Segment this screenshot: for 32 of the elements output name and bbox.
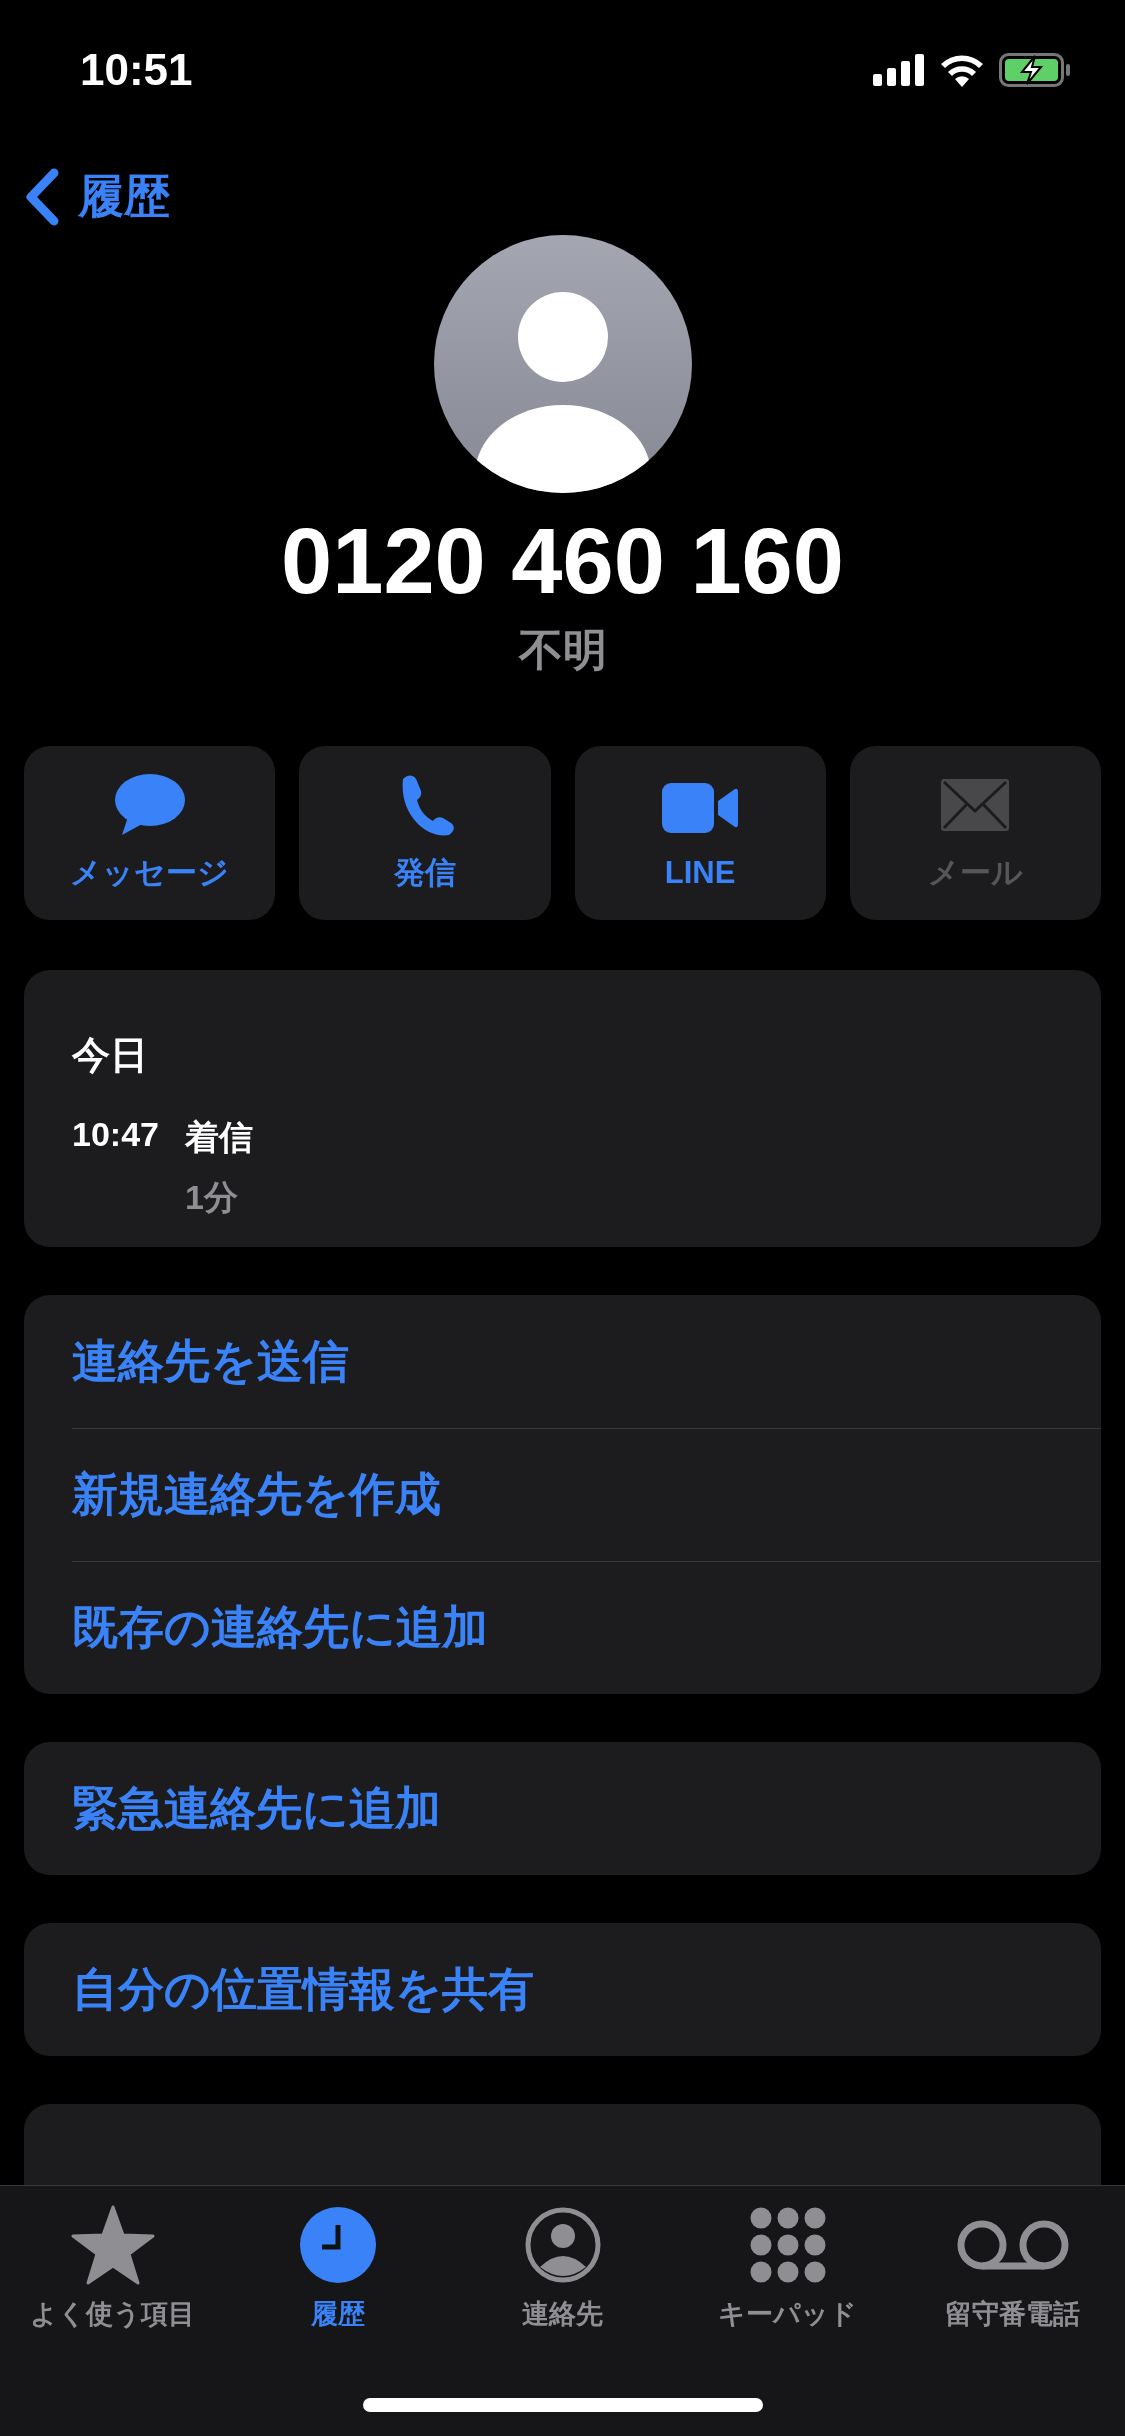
clock-time: 10:51 [80, 45, 193, 95]
tab[interactable]: キーパッド [675, 2204, 900, 2332]
person-circle-icon [524, 2207, 601, 2283]
option-link[interactable]: 既存の連絡先に追加 [72, 1561, 1101, 1694]
tab[interactable]: 連絡先 [450, 2204, 675, 2332]
tab[interactable]: 履歴 [225, 2204, 450, 2332]
contact-label: 不明 [518, 624, 607, 676]
phone-number: 0120 460 160 [281, 515, 844, 607]
call-time: 10:47 [72, 1115, 159, 1155]
avatar-placeholder-icon [433, 235, 692, 493]
call-type: 着信 [184, 1117, 253, 1158]
message-button[interactable]: メッセージ [24, 746, 276, 920]
option-link[interactable]: 新規連絡先を作成 [72, 1428, 1101, 1561]
wifi-icon [939, 53, 985, 87]
option-link[interactable]: 連絡先を送信 [72, 1295, 1101, 1428]
signal-icon [873, 54, 925, 86]
date-heading: 今日 [72, 1033, 149, 1078]
video-camera-icon [662, 783, 739, 833]
star-icon [70, 2205, 155, 2285]
back-button[interactable]: 履歴 [24, 166, 170, 228]
call-button[interactable]: 発信 [299, 746, 551, 920]
chevron-left-icon [24, 168, 60, 226]
tab[interactable]: よく使う項目 [0, 2204, 225, 2332]
envelope-icon [941, 779, 1010, 831]
clock-icon [299, 2207, 376, 2283]
battery-charging-icon [999, 53, 1071, 87]
tab[interactable]: 留守番電話 [900, 2204, 1125, 2332]
speech-bubble-icon [113, 773, 186, 837]
voicemail-icon [955, 2219, 1070, 2271]
call-duration: 1分 [184, 1177, 239, 1218]
video-button[interactable]: LINE [574, 746, 826, 920]
keypad-icon [749, 2207, 826, 2283]
